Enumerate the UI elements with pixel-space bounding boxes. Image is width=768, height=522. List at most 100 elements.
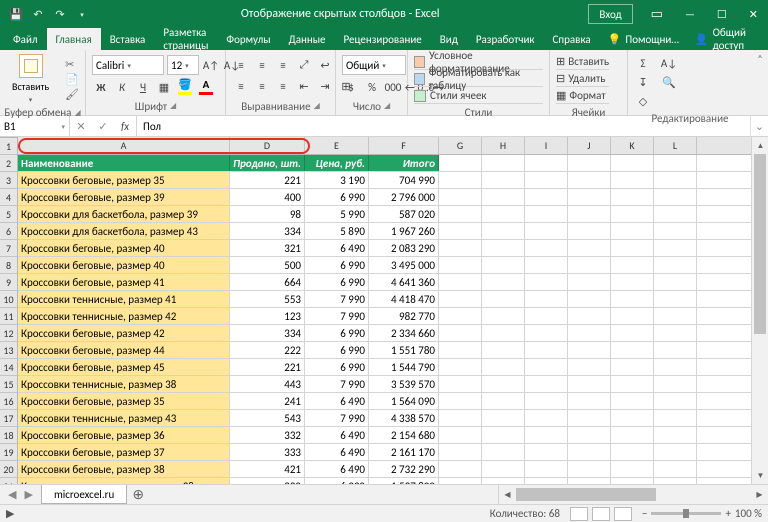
cell[interactable] xyxy=(654,461,697,477)
clear-icon[interactable]: ◇ xyxy=(634,92,652,110)
cell[interactable] xyxy=(439,359,482,375)
login-button[interactable]: Вход xyxy=(588,4,632,24)
font-launcher-icon[interactable]: ◢ xyxy=(170,101,176,111)
row-header[interactable]: 3 xyxy=(0,172,17,189)
cell[interactable] xyxy=(611,427,654,443)
cell[interactable]: 587 020 xyxy=(369,206,439,222)
find-select-icon[interactable]: 🔍 xyxy=(658,73,680,91)
cell[interactable] xyxy=(611,359,654,375)
row-header[interactable]: 6 xyxy=(0,223,17,240)
cell[interactable] xyxy=(525,257,568,273)
cell[interactable] xyxy=(611,155,654,171)
align-middle-icon[interactable]: ≡ xyxy=(253,56,271,74)
vertical-scrollbar[interactable]: ▲ ▼ xyxy=(751,137,768,484)
scroll-right-icon[interactable]: ▶ xyxy=(751,486,768,503)
cell[interactable]: 1 544 790 xyxy=(369,359,439,375)
ribbon-tab-справка[interactable]: Справка xyxy=(544,28,600,50)
ribbon-tab-формулы[interactable]: Формулы xyxy=(217,28,279,50)
cell[interactable] xyxy=(439,291,482,307)
cell[interactable]: Кроссовки беговые, размер 36 xyxy=(18,427,230,443)
cell[interactable] xyxy=(439,342,482,358)
cell[interactable] xyxy=(439,444,482,460)
cell[interactable] xyxy=(439,461,482,477)
minimize-button[interactable]: — xyxy=(675,0,705,28)
row-header[interactable]: 7 xyxy=(0,240,17,257)
cell[interactable] xyxy=(654,291,697,307)
cell[interactable] xyxy=(654,410,697,426)
cell[interactable] xyxy=(568,359,611,375)
cell[interactable]: 6 990 xyxy=(305,359,369,375)
cell[interactable] xyxy=(568,206,611,222)
comma-icon[interactable]: 000 xyxy=(384,78,402,96)
number-launcher-icon[interactable]: ◢ xyxy=(384,101,390,111)
row-header[interactable]: 8 xyxy=(0,257,17,274)
cell[interactable]: Кроссовки беговые, размер 40 xyxy=(18,240,230,256)
cell[interactable]: Кроссовки беговые, размер 35 xyxy=(18,172,230,188)
font-size-select[interactable]: 12▾ xyxy=(167,55,199,75)
ribbon-tab-данные[interactable]: Данные xyxy=(280,28,335,50)
cell[interactable] xyxy=(525,376,568,392)
cell[interactable]: Кроссовки теннисные, размер 42 xyxy=(18,308,230,324)
row-header[interactable]: 5 xyxy=(0,206,17,223)
align-center-icon[interactable]: ≡ xyxy=(253,77,271,95)
cell[interactable] xyxy=(568,223,611,239)
row-header[interactable]: 1 xyxy=(0,138,17,155)
insert-cells-button[interactable]: ⊞ Вставить xyxy=(556,54,609,70)
cell[interactable] xyxy=(654,308,697,324)
cell[interactable] xyxy=(611,223,654,239)
cell[interactable] xyxy=(482,325,525,341)
scroll-up-icon[interactable]: ▲ xyxy=(752,137,768,154)
cell[interactable]: 4 641 360 xyxy=(369,274,439,290)
cell[interactable] xyxy=(568,189,611,205)
cell[interactable]: 2 732 290 xyxy=(369,461,439,477)
cell[interactable] xyxy=(482,342,525,358)
cell[interactable]: Кроссовки беговые, размер 37 xyxy=(18,444,230,460)
cell[interactable] xyxy=(525,393,568,409)
cell[interactable] xyxy=(482,274,525,290)
cell[interactable]: 221 xyxy=(230,359,305,375)
cell[interactable]: 664 xyxy=(230,274,305,290)
cell[interactable]: Кроссовки беговые, размер 45 xyxy=(18,359,230,375)
cell[interactable] xyxy=(611,240,654,256)
cell[interactable] xyxy=(525,410,568,426)
cell[interactable] xyxy=(439,376,482,392)
cell[interactable] xyxy=(611,325,654,341)
column-headers[interactable]: ADEFGHIJKL xyxy=(18,137,751,155)
cell[interactable]: 4 338 570 xyxy=(369,410,439,426)
table-header-cell[interactable]: Наименование xyxy=(18,155,230,171)
increase-indent-icon[interactable]: ⇥ xyxy=(316,77,334,95)
underline-button[interactable]: Ч xyxy=(134,78,152,96)
cell-styles-button[interactable]: Стили ячеек xyxy=(414,88,543,104)
column-header-J[interactable]: J xyxy=(568,137,611,154)
row-header[interactable]: 2 xyxy=(0,155,17,172)
cell[interactable]: 6 490 xyxy=(305,461,369,477)
cell[interactable] xyxy=(482,206,525,222)
cell[interactable]: Кроссовки беговые, размер 44 xyxy=(18,342,230,358)
cell[interactable]: 6 990 xyxy=(305,342,369,358)
cell[interactable] xyxy=(568,155,611,171)
cell[interactable] xyxy=(482,376,525,392)
cell[interactable]: 334 xyxy=(230,325,305,341)
cell[interactable] xyxy=(482,172,525,188)
cell[interactable] xyxy=(611,461,654,477)
cell[interactable] xyxy=(611,274,654,290)
fx-icon[interactable]: fx xyxy=(114,120,136,133)
cell[interactable]: 7 990 xyxy=(305,291,369,307)
column-header-H[interactable]: H xyxy=(482,137,525,154)
cell[interactable]: 6 490 xyxy=(305,444,369,460)
cell[interactable] xyxy=(654,155,697,171)
enter-formula-icon[interactable]: ✓ xyxy=(92,120,114,133)
cell[interactable] xyxy=(654,376,697,392)
fill-icon[interactable]: ↧ xyxy=(634,73,652,91)
ribbon-tab-разметка страницы[interactable]: Разметка страницы xyxy=(154,28,217,50)
cell[interactable] xyxy=(439,308,482,324)
column-header-I[interactable]: I xyxy=(525,137,568,154)
cell[interactable] xyxy=(568,257,611,273)
cell[interactable] xyxy=(568,308,611,324)
share-button[interactable]: 👤Общий доступ xyxy=(687,28,768,50)
cell[interactable]: Кроссовки беговые, размер 42 xyxy=(18,325,230,341)
cell[interactable] xyxy=(611,257,654,273)
cell[interactable]: Кроссовки беговые, размер 40 xyxy=(18,257,230,273)
cell[interactable] xyxy=(611,410,654,426)
ribbon-options-icon[interactable]: ▭ xyxy=(641,0,673,28)
